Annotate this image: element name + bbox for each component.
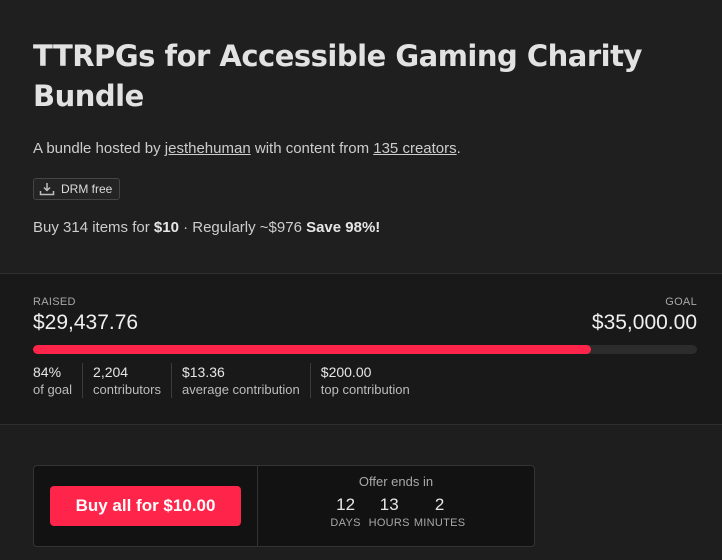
offer-ends-label: Offer ends in [358,474,434,489]
countdown-hours: 13 HOURS [369,495,410,529]
stat-label: of goal [33,382,73,397]
progress-bar-fill [33,345,592,354]
download-icon [39,182,55,196]
creators-link[interactable]: 135 creators [373,140,456,157]
buy-all-button[interactable]: Buy all for $10.00 [50,486,241,526]
stat-percent-of-goal: 84% of goal [33,363,82,398]
countdown-value: 13 [379,495,399,514]
stat-label: average contribution [181,382,300,397]
stat-top-contribution: $200.00 top contribution [309,363,420,398]
progress-bar [33,345,697,354]
countdown-unit: MINUTES [413,517,466,529]
purchase-action: Buy all for $10.00 [34,466,258,546]
stat-label: contributors [93,382,161,397]
goal-label: GOAL [665,296,697,308]
stat-value: $13.36 [181,364,225,380]
price-summary: Buy 314 items for $10 · Regularly ~$976 … [33,219,689,236]
regular-price: · Regularly ~$976 [178,219,307,236]
bundle-header: TTRPGs for Accessible Gaming Charity Bun… [0,0,722,273]
host-link[interactable]: jesthehuman [165,140,251,157]
stats-row: 84% of goal 2,204 contributors $13.36 av… [33,363,697,398]
countdown-unit: HOURS [368,517,410,529]
countdown-unit: DAYS [330,517,361,529]
stat-value: 84% [33,364,62,380]
goal-amount: $35,000.00 [591,311,697,334]
countdown-days: 12 DAYS [327,495,365,529]
stat-label: top contribution [320,382,410,397]
byline-suffix: . [456,140,461,157]
stat-value: $200.00 [320,364,372,380]
drm-free-badge: DRM free [33,178,121,200]
price-prefix: Buy 314 items for [33,219,154,236]
countdown-value: 2 [434,495,445,514]
fundraiser-progress: RAISED GOAL $29,437.76 $35,000.00 84% of… [0,273,722,425]
bundle-price: $10 [153,219,179,236]
byline-middle: with content from [250,140,374,157]
raised-amount: $29,437.76 [33,311,139,334]
raised-label: RAISED [33,296,76,308]
savings-text: Save 98%! [306,219,381,236]
drm-label: DRM free [61,182,113,196]
byline-prefix: A bundle hosted by [33,140,165,157]
offer-countdown: Offer ends in 12 DAYS 13 HOURS 2 MINUTES [258,466,534,546]
stat-contributors: 2,204 contributors [82,363,171,398]
countdown-value: 12 [336,495,356,514]
countdown-timer: 12 DAYS 13 HOURS 2 MINUTES [327,495,466,529]
countdown-minutes: 2 MINUTES [414,495,466,529]
purchase-box: Buy all for $10.00 Offer ends in 12 DAYS… [33,465,535,547]
stat-value: 2,204 [93,364,129,380]
stat-average-contribution: $13.36 average contribution [170,363,310,398]
page-title: TTRPGs for Accessible Gaming Charity Bun… [33,39,642,113]
byline: A bundle hosted by jesthehuman with cont… [33,140,689,157]
